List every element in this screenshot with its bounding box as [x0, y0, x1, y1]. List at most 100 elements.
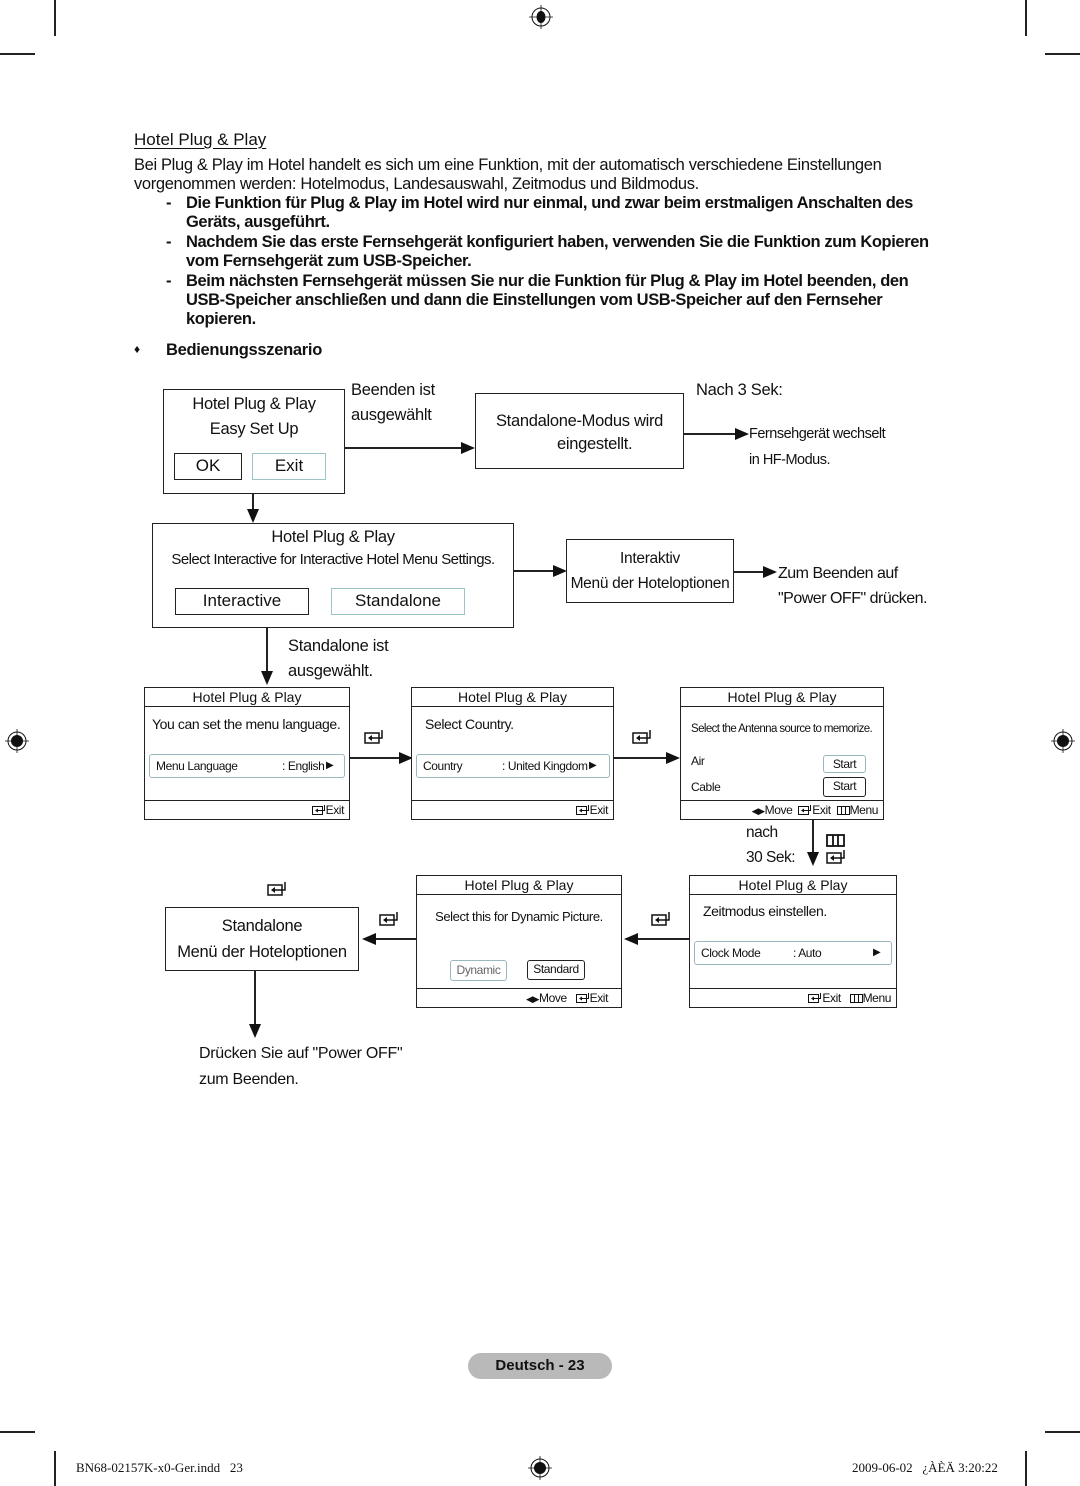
- standalone-button[interactable]: Standalone: [331, 588, 465, 615]
- connector-line: [374, 938, 416, 940]
- footer-exit[interactable]: Exit: [812, 803, 831, 817]
- box-line: Standalone-Modus wird: [495, 412, 664, 430]
- standard-button[interactable]: Standard: [527, 960, 585, 980]
- footer-exit[interactable]: Exit: [326, 803, 345, 817]
- bullet-text: Beim nächsten Fernsehgerät müssen Sie nu…: [186, 272, 909, 328]
- menu-icon: [849, 994, 863, 1003]
- menu-language-field[interactable]: Menu Language : English ▶: [149, 754, 345, 778]
- box-line: Interaktiv: [620, 550, 680, 567]
- connector-line: [254, 971, 256, 1027]
- note-line: "Power OFF" drücken.: [778, 590, 927, 607]
- ok-button[interactable]: OK: [174, 453, 242, 480]
- field-key: Clock Mode: [701, 946, 761, 960]
- connector-line: [812, 820, 814, 854]
- note-line: in HF-Modus.: [749, 452, 831, 468]
- field-value: : United Kingdom: [502, 759, 588, 773]
- note-line: Drücken Sie auf "Power OFF": [199, 1045, 403, 1062]
- arrow-right-icon: ▶: [326, 760, 334, 771]
- osd-title: Hotel Plug & Play: [417, 876, 621, 895]
- registration-mark-icon: [1051, 729, 1075, 753]
- country-field[interactable]: Country : United Kingdom ▶: [416, 754, 610, 778]
- mode-select-dialog: Hotel Plug & Play Select Interactive for…: [152, 523, 514, 628]
- footer-exit[interactable]: Exit: [590, 991, 609, 1005]
- enter-icon: [826, 850, 845, 864]
- cable-start-button[interactable]: Start: [823, 777, 866, 797]
- note-line: zum Beenden.: [199, 1071, 299, 1088]
- dynamic-button[interactable]: Dynamic: [450, 960, 507, 981]
- osd-message: Select the Antenna source to memorize.: [691, 723, 873, 735]
- crop-mark: [1025, 1451, 1027, 1486]
- footer-menu[interactable]: Menu: [863, 991, 892, 1005]
- footer-exit[interactable]: Exit: [822, 991, 841, 1005]
- bullet-dash: -: [166, 233, 172, 251]
- left-right-arrows-icon: ◀▶: [751, 806, 765, 816]
- box-line: eingestellt.: [557, 435, 633, 453]
- menu-icon: [836, 806, 850, 815]
- arrow-left-icon: [624, 933, 638, 945]
- connector-line: [636, 938, 689, 940]
- osd-title: Hotel Plug & Play: [145, 688, 349, 707]
- enter-icon: [808, 993, 822, 1003]
- registration-mark-icon: [528, 1456, 552, 1480]
- crop-mark: [1045, 1431, 1080, 1433]
- clock-mode-field[interactable]: Clock Mode : Auto ▶: [694, 941, 892, 965]
- timestamp-label: 2009-06-02 ¿ÀÈÄ 3:20:22: [852, 1460, 998, 1475]
- page-number-label: Deutsch - 23: [468, 1353, 612, 1379]
- connector-line: [514, 570, 554, 572]
- box-line: Menü der Hoteloptionen: [177, 943, 347, 961]
- crop-mark: [0, 1431, 35, 1433]
- label-line: nach: [746, 824, 778, 841]
- exit-button[interactable]: Exit: [252, 453, 326, 480]
- osd-footer: ◀▶Move Exit: [417, 988, 621, 1007]
- air-start-button[interactable]: Start: [823, 755, 866, 773]
- footer-move[interactable]: Move: [765, 803, 793, 817]
- osd-message: Select this for Dynamic Picture.: [435, 909, 603, 924]
- bullet-dash: -: [166, 272, 172, 290]
- interactive-menu-box: Interaktiv Menü der Hoteloptionen: [566, 539, 734, 603]
- bullet-item: - Nachdem Sie das erste Fernsehgerät konf…: [166, 233, 936, 271]
- menu-icon: [826, 834, 845, 847]
- bullet-dash: -: [166, 194, 172, 212]
- arrow-right-icon: [666, 752, 680, 764]
- arrow-right-icon: ▶: [589, 760, 597, 771]
- easy-setup-dialog: Hotel Plug & Play Easy Set Up OK Exit: [163, 389, 345, 494]
- enter-icon: [651, 912, 670, 926]
- arrow-right-icon: [735, 428, 749, 440]
- field-value: : Auto: [793, 946, 822, 960]
- arrow-right-icon: [553, 565, 567, 577]
- registration-mark-icon: [529, 5, 553, 29]
- osd-footer: Exit: [412, 800, 613, 819]
- osd-message: Select Country.: [425, 716, 514, 732]
- arrow-left-icon: [362, 933, 376, 945]
- enter-icon: [267, 882, 286, 896]
- osd-antenna: Hotel Plug & Play Select the Antenna sou…: [680, 687, 884, 820]
- interactive-button[interactable]: Interactive: [175, 588, 309, 615]
- intro-paragraph: Bei Plug & Play im Hotel handelt es sich…: [134, 156, 882, 193]
- connector-line: [684, 433, 736, 435]
- arrow-down-icon: [261, 671, 273, 685]
- osd-country: Hotel Plug & Play Select Country. Countr…: [411, 687, 614, 820]
- dialog-subtitle: Easy Set Up: [209, 420, 299, 438]
- connector-line: [266, 628, 268, 674]
- arrow-down-icon: [807, 852, 819, 866]
- power-off-note: Drücken Sie auf "Power OFF" zum Beenden.: [199, 1041, 403, 1093]
- enter-icon: [575, 993, 589, 1003]
- note-line: Fernsehgerät wechselt: [749, 426, 886, 442]
- footer-move[interactable]: Move: [539, 991, 567, 1005]
- field-key: Country: [423, 759, 463, 773]
- standalone-mode-box: Standalone-Modus wird eingestellt.: [475, 393, 684, 469]
- dialog-title: Hotel Plug & Play: [192, 395, 316, 413]
- arrow-right-icon: ▶: [873, 947, 881, 958]
- box-line: Menü der Hoteloptionen: [570, 575, 730, 592]
- field-key: Menu Language: [156, 759, 238, 773]
- osd-clock-mode: Hotel Plug & Play Zeitmodus einstellen. …: [689, 875, 897, 1008]
- box-line: Standalone: [221, 917, 303, 935]
- tv-switches-note: Fernsehgerät wechselt in HF-Modus.: [749, 421, 886, 473]
- enter-icon: [364, 730, 383, 744]
- osd-title: Hotel Plug & Play: [412, 688, 613, 707]
- osd-footer: ◀▶Move Exit Menu: [681, 800, 883, 819]
- footer-exit[interactable]: Exit: [590, 803, 609, 817]
- footer-menu[interactable]: Menu: [850, 803, 879, 817]
- crop-mark: [1025, 0, 1027, 36]
- osd-title: Hotel Plug & Play: [690, 876, 896, 895]
